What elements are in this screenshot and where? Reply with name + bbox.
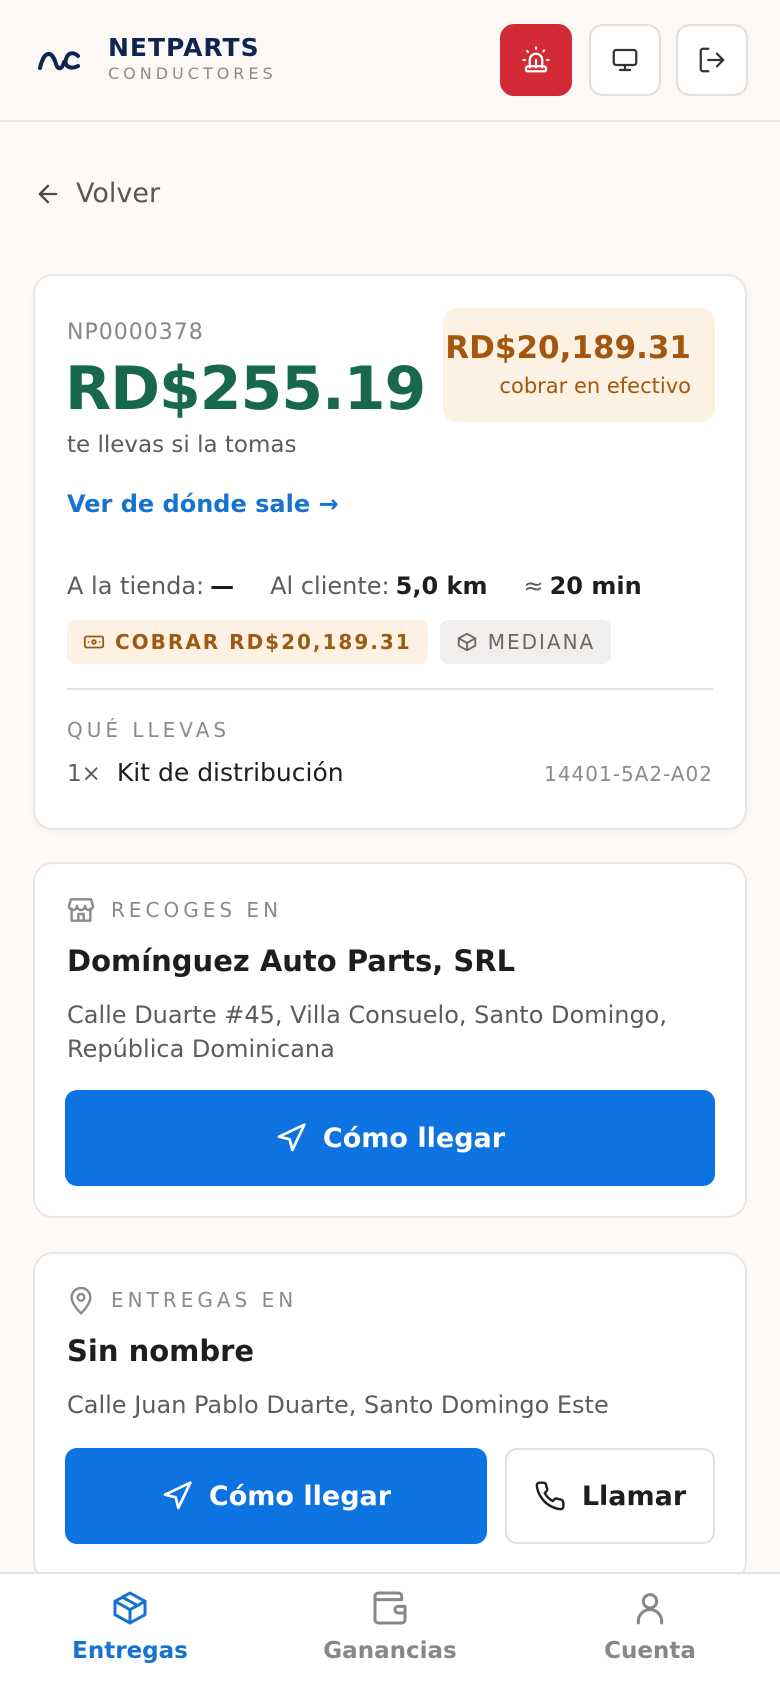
emergency-alarm-button[interactable] [500, 24, 572, 96]
item-name: Kit de distribución [116, 758, 344, 787]
earnings-caption: te llevas si la tomas [67, 432, 297, 458]
delivery-card: ENTREGAS EN Sin nombre Calle Juan Pablo … [33, 1252, 747, 1582]
netparts-logo-icon [38, 51, 80, 71]
cash-badge-label: COBRAR RD$20,189.31 [115, 630, 412, 654]
pickup-directions-button[interactable]: Cómo llegar [65, 1090, 715, 1186]
call-label: Llamar [581, 1480, 687, 1512]
box-icon [457, 632, 476, 652]
navigation-icon [277, 1123, 306, 1152]
nav-label-entregas: Entregas [72, 1638, 188, 1664]
time-prefix: ≈ [523, 572, 544, 600]
delivery-directions-label: Cómo llegar [208, 1480, 392, 1512]
nav-item-cuenta[interactable]: Cuenta [550, 1588, 750, 1664]
delivery-address: Calle Juan Pablo Duarte, Santo Domingo E… [67, 1391, 609, 1419]
view-origin-link[interactable]: Ver de dónde sale → [67, 490, 339, 518]
brand: NETPARTS CONDUCTORES [108, 34, 277, 84]
brand-name: NETPARTS [108, 33, 260, 62]
call-button[interactable]: Llamar [505, 1448, 715, 1544]
delivery-label: ENTREGAS EN [111, 1288, 298, 1312]
size-badge-label: MEDIANA [487, 630, 596, 654]
back-label: Volver [76, 178, 161, 209]
time-metric: ≈20 min [523, 572, 641, 600]
monitor-icon [612, 48, 638, 72]
pickup-label: RECOGES EN [111, 898, 283, 922]
item-part-code: 14401-5A2-A02 [544, 762, 713, 786]
delivery-directions-button[interactable]: Cómo llegar [65, 1448, 487, 1544]
to-store-label: A la tienda: [67, 572, 205, 600]
brand-subtitle: CONDUCTORES [108, 64, 277, 83]
pickup-store-name: Domínguez Auto Parts, SRL [67, 944, 516, 978]
cash-label: cobrar en efectivo [499, 374, 691, 398]
arrow-left-icon [38, 184, 58, 203]
nav-item-ganancias[interactable]: Ganancias [290, 1588, 490, 1664]
order-summary-card: NP0000378 RD$255.19 te llevas si la toma… [33, 274, 747, 830]
delivery-header: ENTREGAS EN [65, 1284, 297, 1316]
order-id: NP0000378 [67, 320, 204, 345]
size-badge: MEDIANA [439, 620, 612, 664]
logout-button[interactable] [676, 24, 748, 96]
to-client-label: Al cliente: [270, 572, 390, 600]
to-store-metric: A la tienda: — [67, 572, 234, 600]
cash-amount: RD$20,189.31 [445, 330, 691, 366]
time-value: 20 min [549, 572, 642, 600]
to-client-value: 5,0 km [395, 572, 488, 600]
order-badges: COBRAR RD$20,189.31 MEDIANA [67, 620, 612, 664]
map-pin-icon [70, 1286, 92, 1315]
cash-to-collect-box: RD$20,189.31 cobrar en efectivo [443, 308, 715, 422]
banknote-icon [83, 635, 105, 649]
navigation-icon [163, 1481, 192, 1510]
pickup-card: RECOGES EN Domínguez Auto Parts, SRL Cal… [33, 862, 747, 1218]
bottom-navigation: Entregas Ganancias Cuenta [0, 1572, 780, 1688]
pickup-directions-label: Cómo llegar [322, 1122, 506, 1154]
nav-item-entregas[interactable]: Entregas [30, 1588, 230, 1664]
item-quantity: 1× [67, 761, 101, 787]
screen-mode-button[interactable] [589, 24, 661, 96]
trip-metrics: A la tienda: — Al cliente: 5,0 km ≈20 min [67, 572, 678, 600]
divider [67, 688, 713, 690]
carry-section-label: QUÉ LLEVAS [67, 718, 231, 742]
wallet-icon [373, 1591, 407, 1625]
earnings-amount: RD$255.19 [65, 354, 426, 424]
pickup-header: RECOGES EN [65, 894, 282, 926]
nav-label-ganancias: Ganancias [323, 1638, 457, 1664]
store-icon [67, 898, 95, 922]
to-client-metric: Al cliente: 5,0 km [270, 572, 487, 600]
package-icon [113, 1591, 147, 1625]
back-button[interactable]: Volver [34, 178, 160, 209]
carry-item-row: 1× Kit de distribución 14401-5A2-A02 [67, 758, 713, 787]
pickup-address: Calle Duarte #45, Villa Consuelo, Santo … [67, 1001, 667, 1063]
app-header: NETPARTS CONDUCTORES [0, 0, 780, 122]
cash-badge: COBRAR RD$20,189.31 [67, 620, 428, 664]
delivery-recipient-name: Sin nombre [67, 1334, 255, 1368]
siren-icon [522, 46, 550, 73]
user-icon [636, 1593, 664, 1625]
logout-icon [699, 47, 725, 73]
phone-icon [535, 1481, 565, 1511]
nav-label-cuenta: Cuenta [604, 1638, 696, 1664]
to-store-value: — [210, 572, 235, 600]
